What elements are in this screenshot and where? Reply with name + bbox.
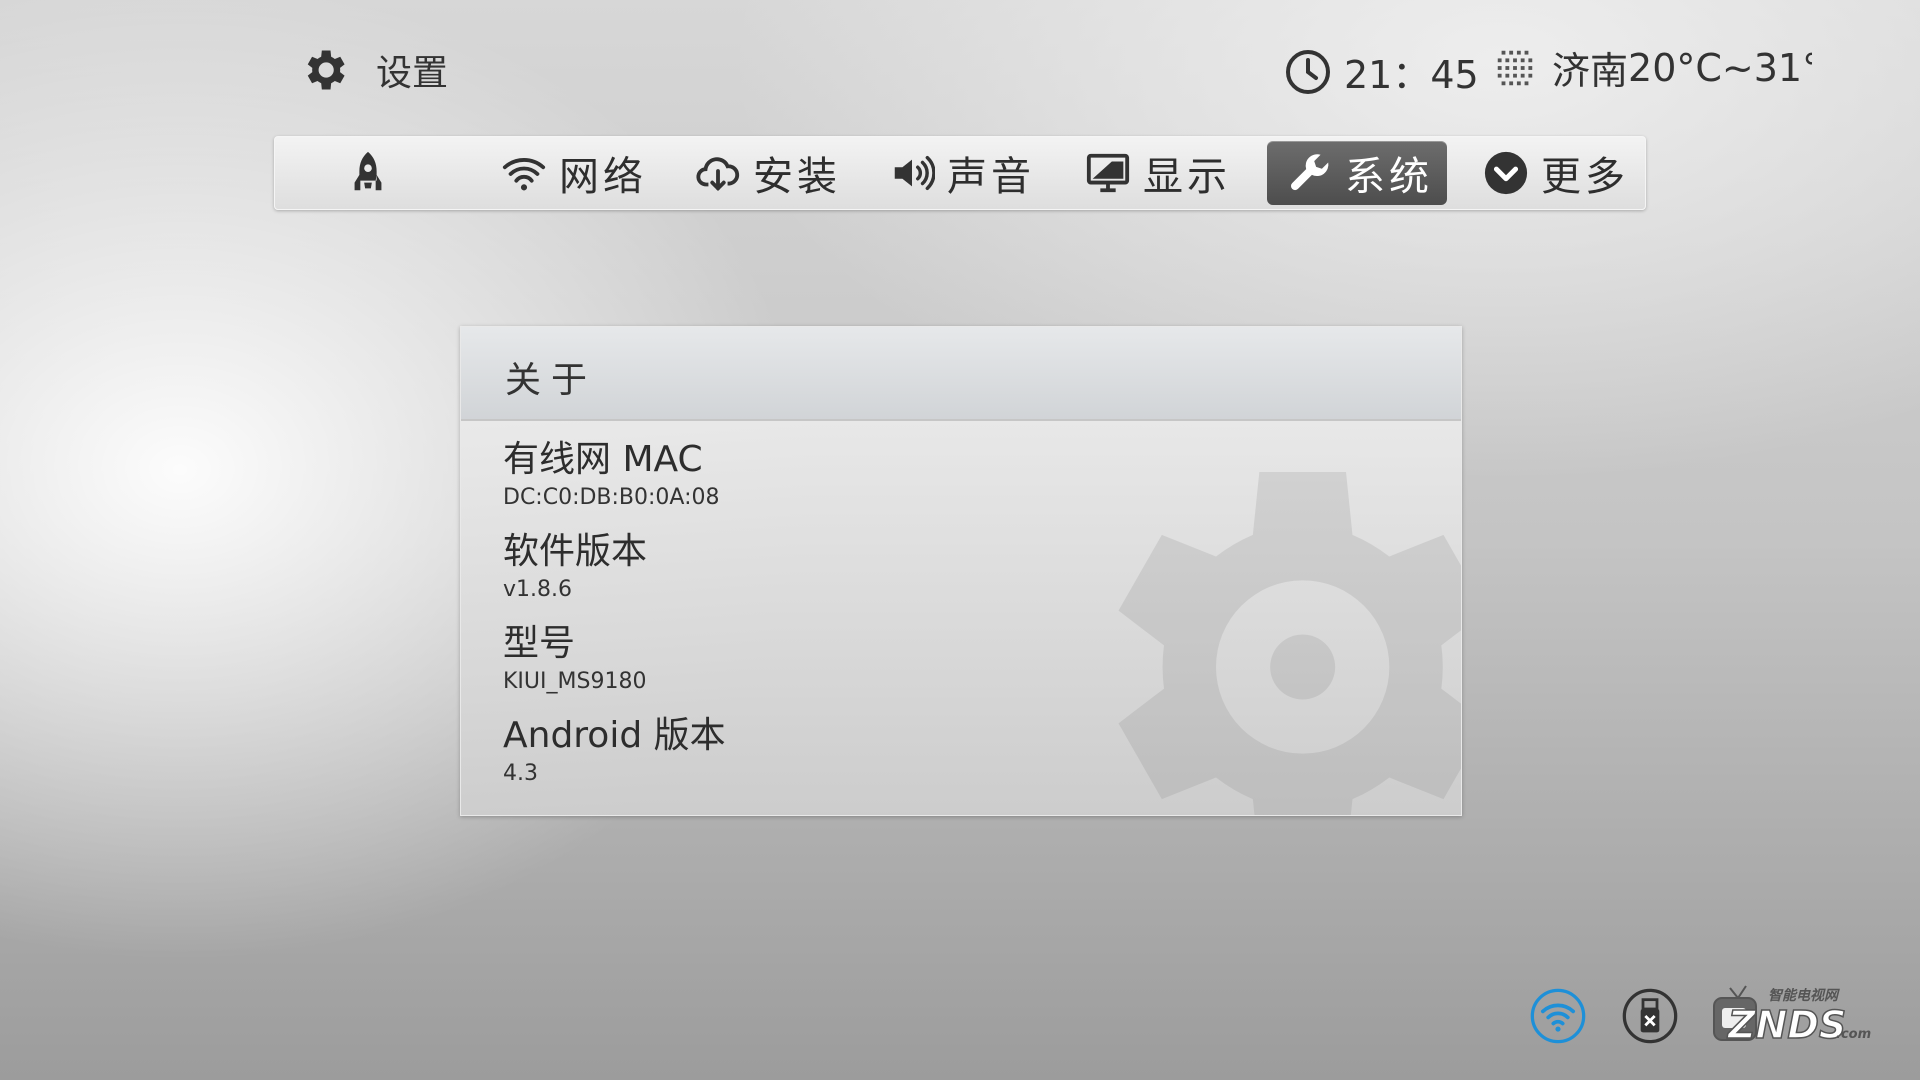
clock-icon [1286, 49, 1330, 94]
info-value: KIUI_MS9180 [503, 669, 647, 694]
tab-label: 显示 [1143, 154, 1231, 200]
tab-network[interactable]: 网络 [501, 137, 647, 209]
gear-watermark-icon [1118, 472, 1461, 815]
tab-sound[interactable]: 声音 [889, 137, 1035, 209]
tab-system[interactable]: 系统 [1267, 141, 1447, 205]
info-item-software-version: 软件版本 v1.8.6 [503, 529, 726, 621]
tab-label: 网络 [559, 154, 647, 200]
svg-text:智能电视网: 智能电视网 [1768, 987, 1840, 1004]
speaker-icon [894, 155, 935, 191]
info-value: DC:C0:DB:B0:0A:08 [503, 485, 720, 510]
info-label: 软件版本 [503, 531, 648, 572]
tab-label: 系统 [1345, 154, 1433, 200]
wifi-icon [502, 158, 546, 191]
info-item-model: 型号 KIUI_MS9180 [503, 621, 726, 713]
about-title: 关于 [505, 360, 598, 401]
weather-fog-icon [1497, 50, 1533, 85]
znds-logo: 智能电视网 ZNDS .com [1713, 985, 1871, 1048]
info-label: 有线网 MAC [503, 439, 703, 480]
page-header: 设置 [298, 44, 448, 96]
tab-label: 更多 [1541, 154, 1629, 200]
settings-tab-bar: 网络 安装 声音 显示 系统 更多 [274, 136, 1646, 210]
weather-temperature: 20°C~31°C [1628, 45, 1812, 90]
tab-label: 声音 [947, 154, 1035, 200]
wrench-icon [1290, 154, 1329, 191]
usb-icon [1622, 988, 1678, 1044]
tab-install[interactable]: 安装 [695, 137, 841, 209]
about-info-list: 有线网 MAC DC:C0:DB:B0:0A:08 软件版本 v1.8.6 型号… [503, 437, 726, 805]
about-header: 关于 [461, 327, 1461, 421]
weather-city: 济南 [1552, 49, 1629, 93]
info-item-mac: 有线网 MAC DC:C0:DB:B0:0A:08 [503, 437, 726, 529]
clock-time: 21：45 [1344, 53, 1479, 97]
clock: 21：45 [1284, 44, 1479, 99]
info-label: Android 版本 [503, 715, 726, 756]
svg-text:ZNDS: ZNDS [1727, 1003, 1846, 1047]
monitor-icon [1086, 153, 1130, 193]
info-item-android-version: Android 版本 4.3 [503, 713, 726, 805]
wifi-status-icon [1530, 988, 1586, 1044]
info-value: 4.3 [503, 761, 538, 786]
about-panel: 关于 有线网 MAC DC:C0:DB:B0:0A:08 软件版本 v1.8.6… [460, 326, 1462, 816]
page-title: 设置 [376, 53, 449, 94]
weather: 济南 20°C~31°C [1492, 40, 1812, 95]
tab-display[interactable]: 显示 [1085, 137, 1231, 209]
cloud-download-icon [696, 157, 740, 192]
gear-icon [307, 50, 345, 90]
info-value: v1.8.6 [503, 577, 572, 602]
tab-label: 安装 [753, 154, 841, 200]
info-label: 型号 [503, 623, 576, 664]
tab-more[interactable]: 更多 [1483, 137, 1629, 209]
chevron-down-icon [1484, 151, 1528, 195]
rocket-icon [354, 151, 382, 191]
svg-text:.com: .com [1836, 1027, 1871, 1042]
tab-home[interactable] [345, 137, 391, 209]
